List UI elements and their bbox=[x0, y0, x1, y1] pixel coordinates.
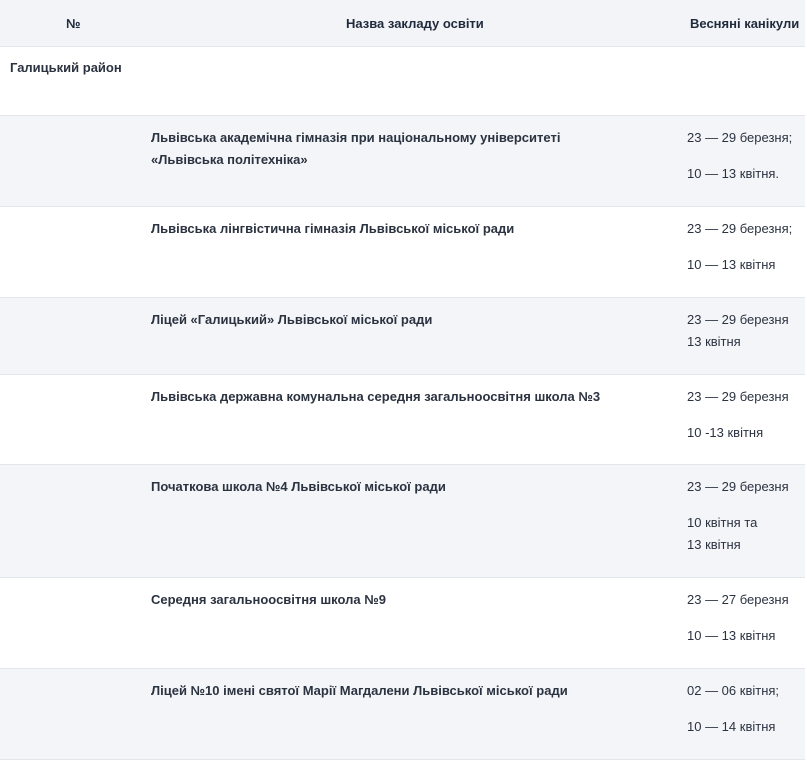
table-header: № Назва закладу освіти Весняні канікули bbox=[0, 0, 805, 47]
table-row: Львівська лінгвістична гімназія Львівськ… bbox=[0, 206, 805, 298]
table-row: Львівська державна комунальна середня за… bbox=[0, 374, 805, 465]
school-name: Львівська академічна гімназія при націон… bbox=[142, 115, 677, 207]
holiday-line: 10 — 13 квітня. bbox=[687, 166, 780, 181]
header-row: № Назва закладу освіти Весняні канікули bbox=[0, 0, 805, 47]
holiday-line: 10 квітня та bbox=[687, 515, 758, 530]
holiday-line: 23 — 29 березня bbox=[687, 479, 789, 494]
holiday-line: 23 — 29 березня; bbox=[687, 130, 793, 145]
holiday-line: 23 — 29 березня; bbox=[687, 221, 793, 236]
school-name: Львівська державна комунальна середня за… bbox=[142, 374, 677, 465]
row-number bbox=[0, 577, 142, 669]
row-number bbox=[0, 115, 142, 207]
holiday-line: 13 квітня bbox=[687, 537, 741, 552]
holiday-dates: 23 — 29 березня 10 квітня та 13 квітня bbox=[677, 464, 805, 578]
holiday-dates: 23 — 29 березня; 10 — 13 квітня bbox=[677, 206, 805, 298]
holiday-dates: 23 — 29 березня 13 квітня bbox=[677, 297, 805, 375]
holiday-line: 10 -13 квітня bbox=[687, 425, 764, 440]
holiday-dates: 02 — 06 квітня; 10 — 14 квітня bbox=[677, 668, 805, 760]
row-number bbox=[0, 374, 142, 465]
table-row: Початкова школа №4 Львівської міської ра… bbox=[0, 464, 805, 578]
table-row: Львівська академічна гімназія при націон… bbox=[0, 115, 805, 207]
holiday-line: 10 — 13 квітня bbox=[687, 628, 776, 643]
district-label: Галицький район bbox=[0, 46, 805, 116]
row-number bbox=[0, 297, 142, 375]
district-row: Галицький район bbox=[0, 46, 805, 116]
table-row: Середня загальноосвітня школа №9 23 — 27… bbox=[0, 577, 805, 669]
holiday-line: 10 — 13 квітня bbox=[687, 257, 776, 272]
school-name: Львівська лінгвістична гімназія Львівськ… bbox=[142, 206, 677, 298]
school-name: Середня загальноосвітня школа №9 bbox=[142, 577, 677, 669]
row-number bbox=[0, 668, 142, 760]
holiday-line: 10 — 14 квітня bbox=[687, 719, 776, 734]
school-name: Ліцей «Галицький» Львівської міської рад… bbox=[142, 297, 677, 375]
holiday-line: 23 — 29 березня bbox=[687, 389, 789, 404]
header-number: № bbox=[0, 0, 142, 47]
holiday-line: 13 квітня bbox=[687, 334, 741, 349]
holiday-dates: 23 — 29 березня; 10 — 13 квітня. bbox=[677, 115, 805, 207]
holiday-line: 23 — 27 березня bbox=[687, 592, 789, 607]
row-number bbox=[0, 464, 142, 578]
header-spring-holidays: Весняні канікули bbox=[677, 0, 805, 47]
holiday-line: 02 — 06 квітня; bbox=[687, 683, 780, 698]
holiday-dates: 23 — 29 березня 10 -13 квітня bbox=[677, 374, 805, 465]
table-body: Галицький район Львівська академічна гім… bbox=[0, 46, 805, 760]
holiday-line: 23 — 29 березня bbox=[687, 312, 789, 327]
school-name: Початкова школа №4 Львівської міської ра… bbox=[142, 464, 677, 578]
header-school-name: Назва закладу освіти bbox=[142, 0, 677, 47]
school-name: Ліцей №10 імені святої Марії Магдалени Л… bbox=[142, 668, 677, 760]
table-row: Ліцей №10 імені святої Марії Магдалени Л… bbox=[0, 668, 805, 760]
schools-holidays-table: № Назва закладу освіти Весняні канікули … bbox=[0, 0, 805, 760]
table-row: Ліцей «Галицький» Львівської міської рад… bbox=[0, 297, 805, 375]
holiday-dates: 23 — 27 березня 10 — 13 квітня bbox=[677, 577, 805, 669]
row-number bbox=[0, 206, 142, 298]
